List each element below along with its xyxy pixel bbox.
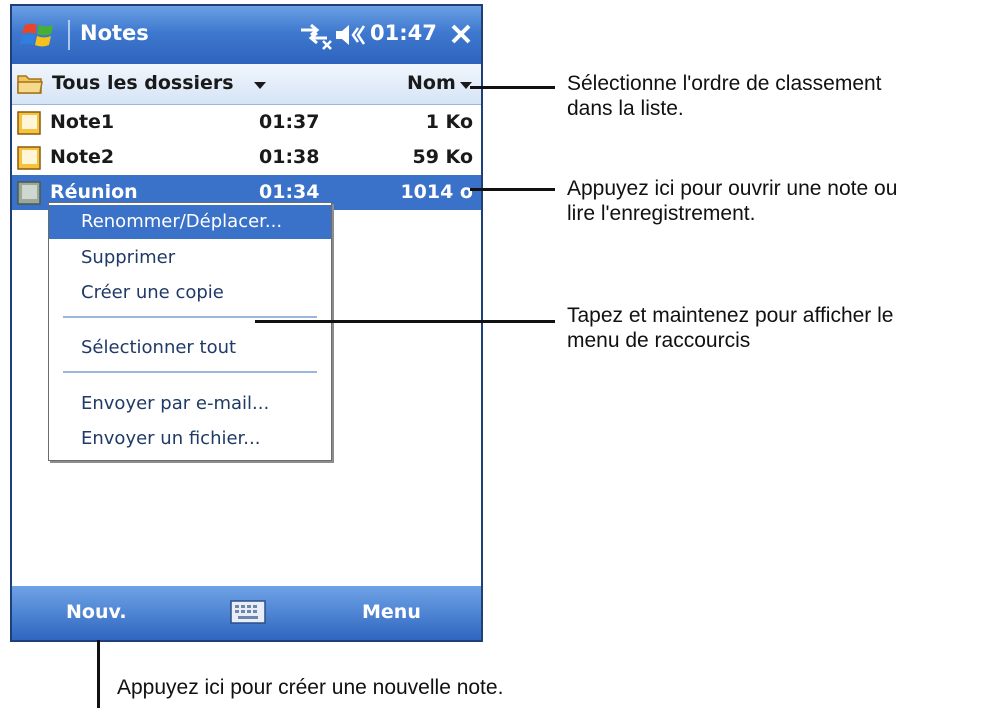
folder-selector[interactable]: Tous les dossiers — [52, 72, 234, 94]
callout-line-open — [470, 188, 555, 191]
menu-separator — [63, 371, 317, 373]
note-size: 1014 o — [400, 181, 473, 203]
menu-item-rename-move[interactable]: Renommer/Déplacer... — [49, 205, 331, 239]
note-time: 01:34 — [259, 181, 320, 203]
connectivity-icon[interactable] — [297, 20, 333, 50]
menu-item-select-all[interactable]: Sélectionner tout — [49, 331, 331, 365]
callout-open: Appuyez ici pour ouvrir une note ou lire… — [567, 176, 897, 226]
title-bar: Notes 01:47 — [12, 6, 481, 64]
clock[interactable]: 01:47 — [370, 21, 437, 45]
note-list: Note1 01:37 1 Ko Note2 01:38 59 Ko Réuni… — [12, 105, 481, 210]
app-title: Notes — [80, 21, 149, 45]
folder-toolbar: Tous les dossiers Nom — [12, 64, 481, 105]
menu-item-send-email[interactable]: Envoyer par e-mail... — [49, 387, 331, 421]
title-separator — [68, 20, 70, 50]
note-time: 01:37 — [259, 111, 320, 133]
close-icon — [451, 24, 471, 44]
note-size: 59 Ko — [412, 146, 474, 168]
callout-line-new — [97, 640, 100, 708]
note-name: Note1 — [50, 111, 115, 133]
menu-button[interactable]: Menu — [362, 601, 421, 623]
note-icon — [17, 111, 41, 135]
new-note-button[interactable]: Nouv. — [66, 601, 127, 623]
bottom-bar: Nouv. Menu — [12, 586, 481, 640]
volume-icon[interactable] — [334, 22, 366, 48]
callout-open-line1: Appuyez ici pour ouvrir une note ou — [567, 177, 898, 200]
callout-line-menu — [255, 320, 555, 323]
chevron-down-icon[interactable] — [254, 82, 266, 89]
callout-sort-line2: dans la liste. — [567, 97, 684, 120]
folder-icon — [17, 75, 43, 94]
note-time: 01:38 — [259, 146, 320, 168]
list-item[interactable]: Note1 01:37 1 Ko — [12, 105, 481, 140]
note-name: Réunion — [50, 181, 138, 203]
callout-menu: Tapez et maintenez pour afficher le menu… — [567, 303, 893, 353]
windows-start-icon[interactable] — [20, 18, 58, 52]
sort-selector[interactable]: Nom — [407, 72, 456, 94]
callout-sort-line1: Sélectionne l'ordre de classement — [567, 72, 882, 95]
menu-item-send-file[interactable]: Envoyer un fichier... — [49, 422, 331, 456]
menu-separator — [63, 316, 317, 318]
callout-new: Appuyez ici pour créer une nouvelle note… — [117, 676, 504, 699]
note-size: 1 Ko — [425, 111, 473, 133]
callout-open-line2: lire l'enregistrement. — [567, 202, 756, 225]
voice-note-icon — [17, 181, 41, 205]
menu-item-copy[interactable]: Créer une copie — [49, 276, 331, 310]
keyboard-icon[interactable] — [230, 600, 266, 624]
callout-sort: Sélectionne l'ordre de classement dans l… — [567, 71, 882, 121]
context-menu: Renommer/Déplacer... Supprimer Créer une… — [48, 202, 332, 461]
menu-item-delete[interactable]: Supprimer — [49, 241, 331, 275]
pda-screen: Notes 01:47 Tous les dossiers Nom Note1 … — [10, 4, 483, 642]
callout-menu-line2: menu de raccourcis — [567, 329, 751, 352]
callout-line-sort — [470, 86, 555, 89]
close-button[interactable] — [445, 16, 477, 52]
note-name: Note2 — [50, 146, 115, 168]
note-icon — [17, 146, 41, 170]
list-item[interactable]: Note2 01:38 59 Ko — [12, 140, 481, 175]
callout-menu-line1: Tapez et maintenez pour afficher le — [567, 304, 894, 327]
